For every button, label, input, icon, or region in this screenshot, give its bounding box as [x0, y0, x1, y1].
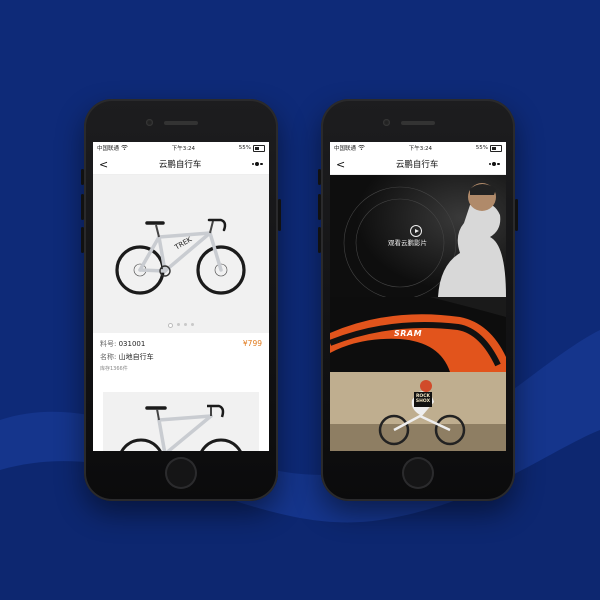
sram-banner[interactable]: SRAM	[330, 297, 506, 372]
stock-count: 库存1366件	[100, 366, 128, 372]
sram-logo: SRAM	[394, 329, 423, 338]
video-label: 观看云鹏影片	[388, 239, 427, 247]
product-name-label: 名称:	[100, 353, 117, 361]
clock-time: 下午3:24	[408, 146, 433, 152]
more-menu-button[interactable]	[488, 162, 500, 166]
carrier-label: 中国联通	[97, 146, 120, 152]
screen-product-detail: 中国联通 下午3:24 55% < 云鹏自行车 TREK 料号: 031001 …	[93, 142, 269, 451]
page-title: 云鹏自行车	[395, 160, 439, 170]
speaker-grille	[401, 121, 435, 125]
status-bar: 中国联通 下午3:24 55%	[93, 142, 269, 154]
more-menu-button[interactable]	[251, 162, 263, 166]
battery-icon	[489, 144, 502, 152]
product-price: ¥799	[242, 339, 262, 348]
phone-right: 中国联通 下午3:24 55% < 云鹏自行车 观看云鹏影片 SRAM ROCK…	[318, 99, 518, 501]
product-image-carousel[interactable]: TREK	[93, 175, 269, 333]
product-info: 料号: 031001 名称: 山地自行车 库存1366件 ¥799	[93, 333, 269, 372]
back-button[interactable]: <	[336, 159, 345, 170]
carrier-label: 中国联通	[334, 146, 357, 152]
front-camera	[146, 119, 153, 126]
rockshox-banner[interactable]: ROCK SHOX	[330, 372, 506, 451]
clock-time: 下午3:24	[171, 146, 196, 152]
home-button[interactable]	[165, 457, 197, 489]
front-camera	[383, 119, 390, 126]
rockshox-logo: ROCK SHOX	[414, 392, 432, 407]
carousel-dot[interactable]	[177, 323, 180, 326]
home-button[interactable]	[402, 457, 434, 489]
battery-icon	[252, 144, 265, 152]
carousel-dot[interactable]	[191, 323, 194, 326]
rider-photo	[330, 372, 506, 451]
back-button[interactable]: <	[99, 159, 108, 170]
road-bike-thumbnail	[120, 404, 242, 451]
screen-brand-showcase: 中国联通 下午3:24 55% < 云鹏自行车 观看云鹏影片 SRAM ROCK…	[330, 142, 506, 451]
play-icon[interactable]	[410, 225, 422, 237]
nav-bar: < 云鹏自行车	[330, 154, 506, 175]
road-bike-image: TREK	[115, 218, 246, 295]
brand-video-banner[interactable]: 观看云鹏影片	[330, 175, 506, 297]
phone-left: 中国联通 下午3:24 55% < 云鹏自行车 TREK 料号: 031001 …	[81, 99, 281, 501]
item-number-label: 料号:	[100, 340, 117, 348]
page-title: 云鹏自行车	[158, 160, 202, 170]
product-card-next[interactable]	[103, 392, 259, 451]
wifi-icon	[358, 144, 365, 152]
battery-percent: 55%	[475, 145, 488, 151]
speaker-grille	[164, 121, 198, 125]
nav-bar: < 云鹏自行车	[93, 154, 269, 175]
battery-percent: 55%	[238, 145, 251, 151]
carousel-indicator[interactable]	[93, 323, 269, 328]
item-number-value: 031001	[118, 340, 146, 348]
carousel-dot[interactable]	[184, 323, 187, 326]
status-bar: 中国联通 下午3:24 55%	[330, 142, 506, 154]
carousel-dot[interactable]	[168, 323, 173, 328]
product-name-value: 山地自行车	[118, 353, 154, 361]
wifi-icon	[121, 144, 128, 152]
